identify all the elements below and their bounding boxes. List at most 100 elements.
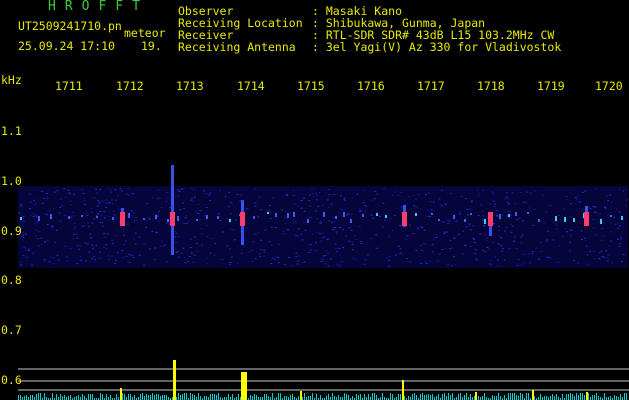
noise-floor-spike [166,395,167,400]
noise-speck [366,254,369,256]
noise-speck [314,209,317,211]
noise-floor-spike [616,396,617,400]
noise-speck [109,192,112,194]
noise-floor-spike [124,394,125,400]
noise-floor-spike [30,395,31,400]
noise-speck [509,214,512,216]
noise-speck [518,217,521,219]
noise-floor-spike [178,393,179,400]
noise-floor-spike [442,394,443,400]
noise-speck [183,222,186,224]
noise-speck [257,232,260,234]
carrier-trace [335,216,337,219]
noise-speck [438,198,441,200]
noise-floor-spike [156,394,157,400]
noise-speck [292,189,295,191]
noise-speck [419,244,422,246]
noise-speck [254,202,257,204]
noise-speck [155,231,158,233]
noise-speck [86,243,89,245]
noise-speck [316,218,319,220]
noise-floor-spike [504,395,505,400]
noise-speck [549,204,552,206]
noise-speck [205,206,208,208]
noise-speck [192,261,195,263]
noise-floor-spike [280,393,281,400]
noise-floor-spike [584,395,585,400]
noise-floor-spike [100,393,101,400]
noise-floor-spike [272,393,273,400]
noise-speck [443,232,446,234]
noise-speck [373,198,376,200]
signal-strength-bar [300,391,302,400]
noise-floor-spike [90,394,91,400]
noise-floor-spike [578,395,579,400]
noise-speck [534,190,537,192]
noise-floor-spike [152,393,153,400]
noise-speck [469,245,472,247]
noise-speck [295,252,298,254]
noise-speck [443,222,446,224]
noise-speck [268,212,271,214]
noise-speck [126,255,129,257]
noise-speck [602,256,605,258]
noise-speck [505,227,508,229]
noise-speck [417,227,420,229]
noise-speck [574,203,577,205]
noise-speck [65,256,68,258]
carrier-trace [38,216,40,221]
noise-speck [610,240,613,242]
meteor-echo-head [170,212,175,226]
noise-speck [209,200,212,202]
noise-speck [166,191,169,193]
noise-speck [499,237,502,239]
noise-speck [293,194,296,196]
noise-speck [510,231,513,233]
noise-speck [412,233,415,235]
noise-speck [598,252,601,254]
noise-floor-spike [116,394,117,400]
noise-floor-spike [580,393,581,400]
noise-speck [114,189,117,191]
noise-speck [260,239,263,241]
noise-speck [517,258,520,260]
noise-speck [360,243,363,245]
noise-speck [338,265,341,267]
noise-speck [20,205,23,207]
noise-speck [22,220,25,222]
noise-speck [32,199,35,201]
noise-floor-spike [422,393,423,400]
noise-speck [319,220,322,222]
noise-speck [496,216,499,218]
noise-speck [165,261,168,263]
noise-floor-spike [348,395,349,400]
noise-speck [99,251,102,253]
noise-speck [91,222,94,224]
noise-floor-spike [204,396,205,400]
noise-speck [189,256,192,258]
noise-speck [492,192,495,194]
noise-speck [394,191,397,193]
noise-speck [285,217,288,219]
noise-floor-spike [450,395,451,400]
noise-speck [257,216,260,218]
noise-speck [287,229,290,231]
noise-speck [133,212,136,214]
noise-speck [29,202,32,204]
noise-speck [371,199,374,201]
noise-speck [581,191,584,193]
noise-speck [515,247,518,249]
noise-speck [23,231,26,233]
noise-speck [481,210,484,212]
noise-speck [90,237,93,239]
noise-speck [88,226,91,228]
noise-floor-spike [76,396,77,400]
noise-speck [503,259,506,261]
noise-floor-spike [92,394,93,400]
noise-speck [580,238,583,240]
noise-floor-spike [346,394,347,400]
noise-speck [121,250,124,252]
noise-speck [557,261,560,263]
noise-speck [441,249,444,251]
noise-speck [182,208,185,210]
